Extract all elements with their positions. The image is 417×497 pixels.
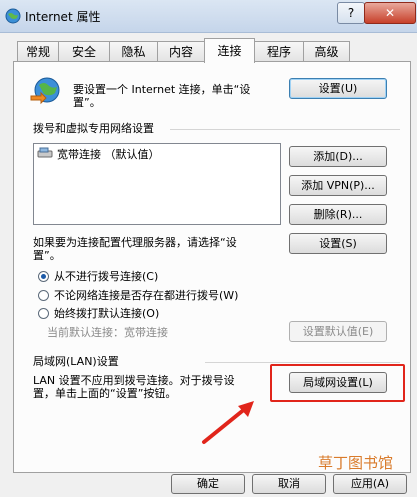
setup-text-line1: 要设置一个 Internet 连接，单击“设 — [73, 83, 251, 96]
broadband-connection-icon — [37, 147, 53, 158]
list-item-broadband[interactable]: 宽带连接 （默认值） — [57, 148, 160, 161]
proxy-settings-button[interactable]: 设置(S) — [289, 233, 387, 254]
ok-button[interactable]: 确定 — [171, 474, 245, 494]
setup-text-line2: 置”。 — [73, 96, 101, 109]
lan-text-line1: LAN 设置不应用到拨号连接。对于拨号设 — [33, 374, 235, 387]
setup-button[interactable]: 设置(U) — [289, 78, 387, 99]
tab-programs[interactable]: 程序 — [254, 41, 304, 62]
lan-text-line2: 置，单击上面的“设置”按钮。 — [33, 387, 177, 400]
apply-button[interactable]: 应用(A) — [333, 474, 407, 494]
window-title: Internet 属性 — [25, 10, 101, 24]
radio-dial-whenever[interactable] — [38, 290, 49, 301]
tab-advanced[interactable]: 高级 — [303, 41, 350, 62]
radio-never-dial[interactable] — [38, 271, 49, 282]
tab-privacy[interactable]: 隐私 — [109, 41, 158, 62]
close-button[interactable]: ✕ — [364, 2, 416, 24]
arrow-annotation-icon — [202, 401, 254, 444]
tab-security[interactable]: 安全 — [58, 41, 110, 62]
add-vpn-button[interactable]: 添加 VPN(P)... — [289, 175, 387, 196]
proxy-text-line1: 如果要为连接配置代理服务器，请选择“设 — [33, 236, 237, 249]
delete-button[interactable]: 删除(R)... — [289, 204, 387, 225]
lan-heading: 局域网(LAN)设置 — [33, 355, 119, 368]
network-globe-icon — [30, 77, 60, 105]
highlight-box — [270, 364, 405, 402]
radio-always-dial-default[interactable] — [38, 308, 49, 319]
proxy-text-line2: 置”。 — [33, 249, 61, 262]
cancel-button[interactable]: 取消 — [252, 474, 326, 494]
help-button[interactable]: ? — [337, 2, 365, 24]
tab-general[interactable]: 常规 — [17, 41, 59, 62]
radio-dial-whenever-label[interactable]: 不论网络连接是否存在都进行拨号(W) — [54, 289, 238, 302]
tab-content[interactable]: 内容 — [157, 41, 205, 62]
add-button[interactable]: 添加(D)... — [289, 146, 387, 167]
current-default-text: 当前默认连接：宽带连接 — [47, 326, 168, 339]
dialup-heading: 拨号和虚拟专用网络设置 — [33, 122, 154, 135]
tab-connections[interactable]: 连接 — [204, 38, 255, 63]
set-default-button[interactable]: 设置默认值(E) — [289, 321, 387, 342]
internet-globe-icon — [5, 8, 21, 24]
radio-always-dial-default-label[interactable]: 始终拨打默认连接(O) — [54, 307, 159, 320]
watermark-text: 草丁图书馆 — [318, 454, 394, 472]
dialup-separator — [170, 129, 400, 130]
lan-separator — [205, 362, 400, 363]
radio-never-dial-label[interactable]: 从不进行拨号连接(C) — [54, 270, 158, 283]
